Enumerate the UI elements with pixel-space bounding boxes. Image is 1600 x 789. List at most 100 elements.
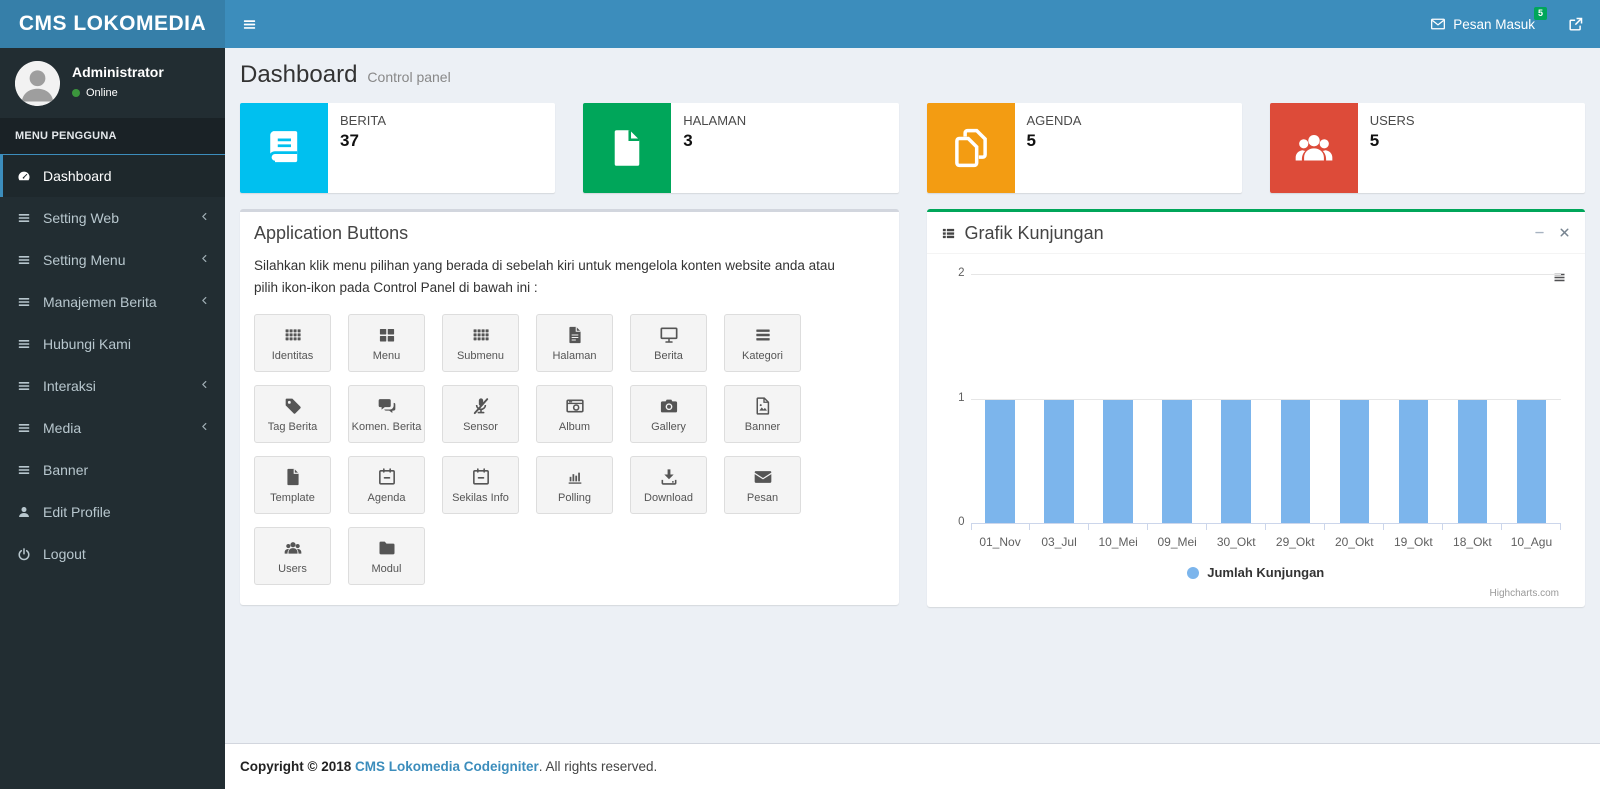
content-header: Dashboard Control panel <box>225 48 1600 93</box>
sidebar-item-edit-profile[interactable]: Edit Profile <box>0 491 225 533</box>
app-button-album[interactable]: Album <box>536 385 613 443</box>
sidebar: Administrator Online MENU PENGGUNA Dashb… <box>0 48 225 789</box>
file-text-icon <box>565 325 585 345</box>
book-icon <box>240 103 328 193</box>
app-button-users[interactable]: Users <box>254 527 331 585</box>
app-button-banner[interactable]: Banner <box>724 385 801 443</box>
app-button-berita[interactable]: Berita <box>630 314 707 372</box>
user-status[interactable]: Online <box>72 87 164 99</box>
app-button-halaman[interactable]: Halaman <box>536 314 613 372</box>
top-navbar: Pesan Masuk 5 <box>225 0 1600 48</box>
share-square-icon <box>1567 16 1584 33</box>
app-button-sekilas-info[interactable]: Sekilas Info <box>442 456 519 514</box>
main-header: CMS LOKOMEDIA Pesan Masuk 5 <box>0 0 1600 48</box>
sidebar-item-setting-menu[interactable]: Setting Menu <box>0 239 225 281</box>
page-title: Dashboard <box>240 61 357 89</box>
app-button-gallery[interactable]: Gallery <box>630 385 707 443</box>
sidebar-item-media[interactable]: Media <box>0 407 225 449</box>
chart-legend[interactable]: Jumlah Kunjungan <box>941 565 1572 580</box>
close-button[interactable] <box>1558 226 1571 242</box>
copy-icon <box>927 103 1015 193</box>
info-box-label: BERITA <box>340 113 386 128</box>
copyright-text: Copyright © 2018 <box>240 759 355 774</box>
app-button-tag-berita[interactable]: Tag Berita <box>254 385 331 443</box>
th-list-icon <box>941 226 956 241</box>
app-logo[interactable]: CMS LOKOMEDIA <box>0 0 225 48</box>
envelope-icon <box>1430 16 1446 32</box>
minus-icon <box>1533 226 1546 239</box>
app-button-download[interactable]: Download <box>630 456 707 514</box>
panels-row: Application Buttons Silahkan klik menu p… <box>225 193 1600 607</box>
messages-menu[interactable]: Pesan Masuk 5 <box>1420 0 1545 48</box>
file-icon <box>583 103 671 193</box>
chart-credits[interactable]: Highcharts.com <box>941 580 1572 607</box>
app-button-submenu[interactable]: Submenu <box>442 314 519 372</box>
chart-bar <box>1281 399 1311 524</box>
signout-button[interactable] <box>1545 0 1600 48</box>
x-axis-tick-label: 03_Jul <box>1030 535 1089 549</box>
sidebar-section-header: MENU PENGGUNA <box>0 118 225 154</box>
calendar-minus-icon <box>377 467 397 487</box>
chevron-left-icon <box>199 379 210 393</box>
bars-icon <box>15 379 33 393</box>
sidebar-item-logout[interactable]: Logout <box>0 533 225 575</box>
chevron-left-icon <box>199 253 210 267</box>
app-button-label: Banner <box>745 421 780 433</box>
user-icon <box>15 505 33 519</box>
app-button-label: Pesan <box>747 492 778 504</box>
app-button-pesan[interactable]: Pesan <box>724 456 801 514</box>
sidebar-item-setting-web[interactable]: Setting Web <box>0 197 225 239</box>
sidebar-item-dashboard[interactable]: Dashboard <box>0 154 225 197</box>
app-button-label: Sekilas Info <box>452 492 509 504</box>
app-button-label: Komen. Berita <box>352 421 422 433</box>
list-icon <box>753 325 773 345</box>
chart-bar <box>1044 399 1074 524</box>
visits-chart-panel: Grafik Kunjungan 012 01_Nov03_Jul10_Mei0… <box>927 209 1586 607</box>
sidebar-toggle-button[interactable] <box>225 0 274 48</box>
download-icon <box>659 467 679 487</box>
y-axis-tick-label: 1 <box>939 392 965 404</box>
x-axis-tick-label: 29_Okt <box>1266 535 1325 549</box>
app-button-agenda[interactable]: Agenda <box>348 456 425 514</box>
online-status-dot <box>72 89 80 97</box>
app-button-label: Submenu <box>457 350 504 362</box>
app-button-label: Template <box>270 492 315 504</box>
image-file-icon <box>753 396 773 416</box>
file-solid-icon <box>283 467 303 487</box>
sidebar-menu: Dashboard Setting Web Setting Menu Manaj… <box>0 154 225 575</box>
chart-bar <box>1517 399 1547 524</box>
sidebar-item-manajemen-berita[interactable]: Manajemen Berita <box>0 281 225 323</box>
x-axis-tick-label: 09_Mei <box>1148 535 1207 549</box>
app-button-label: Album <box>559 421 590 433</box>
y-axis-tick-label: 0 <box>939 516 965 528</box>
info-box-agenda: AGENDA 5 <box>927 103 1242 193</box>
sidebar-item-hubungi-kami[interactable]: Hubungi Kami <box>0 323 225 365</box>
app-button-label: Polling <box>558 492 591 504</box>
info-box-grid: BERITA 37 HALAMAN 3 AGENDA 5 USERS 5 <box>225 93 1600 193</box>
envelope-icon <box>753 467 773 487</box>
th-large-icon <box>377 325 397 345</box>
chevron-left-icon <box>199 421 210 435</box>
user-panel: Administrator Online <box>0 48 225 118</box>
sidebar-item-banner[interactable]: Banner <box>0 449 225 491</box>
app-button-sensor[interactable]: Sensor <box>442 385 519 443</box>
app-button-menu[interactable]: Menu <box>348 314 425 372</box>
app-button-label: Tag Berita <box>268 421 318 433</box>
chart-bar <box>1162 399 1192 524</box>
users-icon <box>1270 103 1358 193</box>
folder-icon <box>377 538 397 558</box>
chart-bar <box>1103 399 1133 524</box>
app-button-modul[interactable]: Modul <box>348 527 425 585</box>
app-button-label: Download <box>644 492 693 504</box>
app-button-kategori[interactable]: Kategori <box>724 314 801 372</box>
app-button-identitas[interactable]: Identitas <box>254 314 331 372</box>
info-box-halaman: HALAMAN 3 <box>583 103 898 193</box>
collapse-button[interactable] <box>1533 226 1546 242</box>
footer-link[interactable]: CMS Lokomedia Codeigniter <box>355 759 539 774</box>
sidebar-item-interaksi[interactable]: Interaksi <box>0 365 225 407</box>
info-box-label: USERS <box>1370 113 1415 128</box>
app-button-polling[interactable]: Polling <box>536 456 613 514</box>
chart-x-ticks <box>971 524 1562 530</box>
app-button-komen-berita[interactable]: Komen. Berita <box>348 385 425 443</box>
app-button-template[interactable]: Template <box>254 456 331 514</box>
